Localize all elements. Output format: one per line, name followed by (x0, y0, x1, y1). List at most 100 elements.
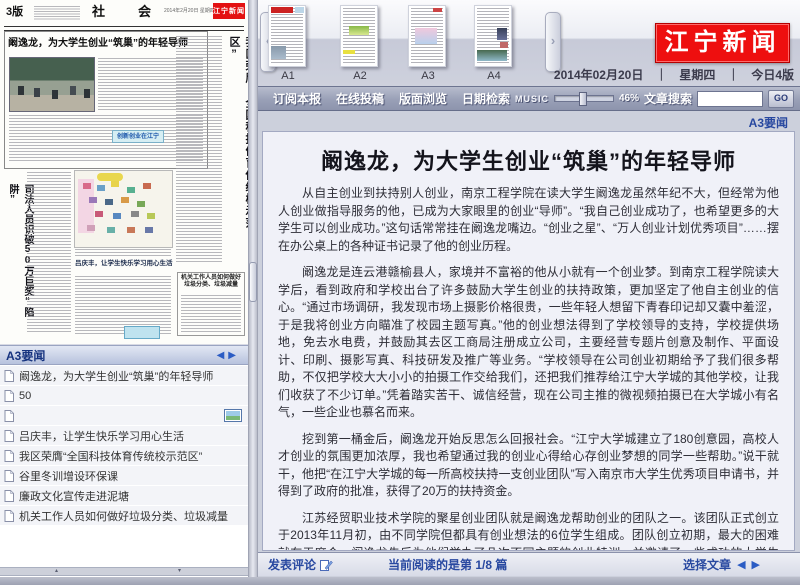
prev-list-icon[interactable]: ◀ (217, 350, 229, 361)
preview-headline-mid[interactable]: 吕庆丰，让学生快乐学习用心生活 (75, 260, 173, 268)
volume-percent: 46% (619, 93, 639, 104)
collage-shape (97, 173, 123, 181)
article-paragraph: 挖到第一桶金后，阚逸龙开始反思怎么回报社会。“江宁大学城建立了180创意园，高校… (278, 431, 779, 501)
comment-icon (320, 558, 333, 571)
next-list-icon[interactable]: ▶ (228, 350, 240, 361)
scroll-down-icon[interactable]: ▾ (178, 568, 181, 575)
thumbnail-patch (269, 6, 305, 66)
brand-logo: 江宁新闻 (655, 23, 790, 63)
list-item-label: 吕庆丰，让学生快乐学习用心生活 (19, 428, 184, 444)
nav-submit-link[interactable]: 在线投稿 (336, 90, 384, 107)
comment-label: 发表评论 (268, 556, 316, 573)
thumbnail-image (408, 5, 446, 67)
document-icon (4, 450, 14, 462)
preview-highlight-box (124, 326, 160, 339)
thumbnail-patch (409, 6, 445, 66)
page-thumbnail-a1[interactable]: A1 (268, 5, 308, 82)
post-comment-button[interactable]: 发表评论 (268, 556, 333, 573)
list-item[interactable]: 我区荣膺“全国科技体育传统校示范区” (0, 446, 248, 465)
document-icon (4, 510, 14, 522)
next-pages-button[interactable]: › (545, 12, 561, 72)
preview-text-block (75, 249, 171, 257)
article-reading-panel: 阚逸龙，为大学生创业“筑巢”的年轻导师 从自主创业到扶持别人创业，南京工程学院在… (262, 131, 795, 551)
image-icon (224, 409, 242, 422)
document-icon (4, 430, 14, 442)
preview-masthead-info (34, 6, 80, 21)
article-title: 阚逸龙，为大学生创业“筑巢”的年轻导师 (273, 144, 784, 176)
thumbnail-label: A3 (408, 70, 448, 82)
search-go-button[interactable]: GO (768, 90, 794, 108)
section-link[interactable]: A3要闻 (749, 114, 788, 131)
article-search-label: 文章搜索 (644, 90, 692, 107)
preview-text-block (176, 36, 222, 262)
date-bar: 2014年02月20日 ｜ 星期四 ｜ 今日4版 (554, 67, 794, 83)
thumbnail-image (474, 5, 512, 67)
list-item-label: 谷里冬训增设环保课 (19, 468, 118, 484)
preview-boxed-headline: 机关工作人员如何做好垃圾分类、垃圾减量 (180, 275, 242, 289)
preview-date: 2014年2月20日 星期四 (164, 8, 215, 14)
list-nav-arrows: ◀▶ (217, 350, 240, 361)
vertical-scrollbar[interactable] (248, 0, 258, 577)
nav-date-search-link[interactable]: 日期检索 (462, 90, 510, 107)
preview-text-block (27, 172, 71, 334)
thumbnail-patch (341, 6, 377, 66)
article-list: 阚逸龙，为大学生创业“筑巢”的年轻导师 50 吕庆丰，让学生快乐学习用心生活 我… (0, 366, 248, 526)
scroll-up-icon[interactable]: ▴ (55, 568, 58, 575)
reader-footer-bar: 发表评论 当前阅读的是第 1/8 篇 选择文章 ◀ ▶ (258, 552, 800, 576)
page-thumbnail-strip: ‹ A1 A2 A3 A4 › 江宁新闻 2014年02月20日 ｜ 星期四 ｜… (258, 0, 800, 86)
document-icon (4, 490, 14, 502)
main-navigation-bar: 订阅本报 在线投稿 版面浏览 日期检索 MUSIC 46% 文章搜索 GO (258, 86, 800, 111)
window-bottom-edge (0, 577, 800, 585)
reader-panel: ‹ A1 A2 A3 A4 › 江宁新闻 2014年02月20日 ｜ 星期四 ｜… (258, 0, 800, 577)
page-thumbnail-a2[interactable]: A2 (340, 5, 380, 82)
prev-article-icon[interactable]: ◀ (737, 558, 745, 571)
thumbnail-label: A2 (340, 70, 380, 82)
music-volume-slider[interactable] (554, 95, 614, 102)
document-icon (4, 370, 14, 382)
list-item-label: 廉政文化宣传走进泥塘 (19, 488, 129, 504)
thumbnail-patch (475, 6, 511, 66)
select-article-label: 选择文章 (683, 556, 731, 573)
preview-text-block (181, 295, 241, 333)
list-item[interactable]: 阚逸龙，为大学生创业“筑巢”的年轻导师 (0, 366, 248, 385)
list-item-label: 阚逸龙，为大学生创业“筑巢”的年轻导师 (19, 368, 213, 384)
horizontal-scrollbar[interactable]: ▴ ▾ (0, 567, 248, 576)
search-input[interactable] (697, 91, 763, 107)
preview-lead-headline[interactable]: 阚逸龙，为大学生创业“筑巢”的年轻导师 (8, 37, 204, 50)
document-icon (4, 410, 14, 422)
article-list-title: A3要闻 (6, 347, 45, 364)
page-thumbnail-a3[interactable]: A3 (408, 5, 448, 82)
list-item-label: 50 (19, 390, 31, 402)
nav-right-cluster: MUSIC 46% 文章搜索 GO (515, 90, 800, 108)
thumbnail-image (268, 5, 306, 67)
document-icon (4, 390, 14, 402)
list-item[interactable]: 吕庆丰，让学生快乐学习用心生活 (0, 426, 248, 445)
list-item[interactable]: 谷里冬训增设环保课 (0, 466, 248, 485)
preview-column-banner: 创新创业在江宁 (112, 130, 164, 143)
next-article-icon[interactable]: ▶ (752, 558, 760, 571)
music-label: MUSIC (515, 94, 549, 104)
newspaper-page-preview[interactable]: 3版 社 会 2014年2月20日 星期四 江宁新闻 阚逸龙，为大学生创业“筑巢… (0, 0, 248, 345)
scrollbar-thumb[interactable] (249, 262, 257, 302)
thumbnail-label: A1 (268, 70, 308, 82)
preview-section-title: 社 会 (92, 4, 161, 20)
nav-browse-pages-link[interactable]: 版面浏览 (399, 90, 447, 107)
reading-position-status: 当前阅读的是第 1/8 篇 (388, 556, 507, 573)
slider-thumb-icon[interactable] (579, 92, 587, 106)
list-item[interactable]: 50 (0, 386, 248, 405)
article-paragraph: 江苏经贸职业技术学院的聚星创业团队就是阚逸龙帮助创业的团队之一。该团队正式创立于… (278, 510, 779, 552)
preview-page-number: 3版 (6, 5, 23, 19)
preview-text-block (9, 115, 203, 163)
preview-lead-photo (9, 57, 95, 112)
preview-boxed-article[interactable]: 机关工作人员如何做好垃圾分类、垃圾减量 (177, 272, 245, 336)
list-item-label: 我区荣膺“全国科技体育传统校示范区” (19, 448, 202, 464)
list-item[interactable]: 机关工作人员如何做好垃圾分类、垃圾减量 (0, 506, 248, 525)
article-paragraph: 阚逸龙是连云港赣榆县人，家境并不富裕的他从小就有一个创业梦。到南京工程学院读大学… (278, 264, 779, 422)
select-article-control[interactable]: 选择文章 ◀ ▶ (683, 556, 760, 573)
list-item[interactable]: 廉政文化宣传走进泥塘 (0, 486, 248, 505)
article-list-header: A3要闻 ◀▶ (0, 345, 248, 365)
page-thumbnail-a4[interactable]: A4 (474, 5, 514, 82)
document-icon (4, 470, 14, 482)
list-item[interactable] (0, 406, 248, 425)
nav-subscribe-link[interactable]: 订阅本报 (273, 90, 321, 107)
